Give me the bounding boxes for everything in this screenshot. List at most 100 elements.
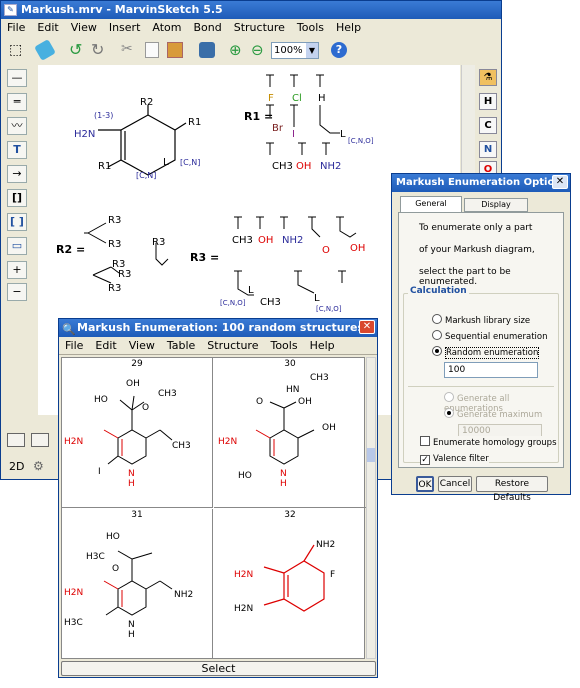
- restore-defaults-button[interactable]: Restore Defaults: [476, 476, 548, 503]
- cell30-ch3: CH3: [310, 373, 329, 383]
- enum-menu-view[interactable]: View: [123, 337, 161, 354]
- menu-edit[interactable]: Edit: [31, 19, 64, 36]
- tab-general-options[interactable]: General Options: [400, 196, 462, 222]
- element-h-button[interactable]: H: [479, 93, 497, 110]
- structure-cell[interactable]: 29 OH HO O CH3 CH3 H2N I N H: [62, 358, 213, 508]
- cell29-ch3-b: CH3: [172, 441, 191, 451]
- menu-file[interactable]: File: [1, 19, 31, 36]
- enum-menu-help[interactable]: Help: [304, 337, 341, 354]
- structure-cell[interactable]: 30 HN CH3 O OH OH H2N HO N H: [214, 358, 366, 508]
- core-range: (1-3): [94, 111, 113, 120]
- menu-insert[interactable]: Insert: [103, 19, 147, 36]
- double-bond-tool[interactable]: ═: [7, 93, 27, 111]
- cell29-ch3-a: CH3: [158, 389, 177, 399]
- enum-menu-edit[interactable]: Edit: [89, 337, 122, 354]
- select-tool-icon[interactable]: ⬚: [9, 42, 22, 58]
- main-toolbar: ⬚ ↺ ↻ ✂ ⊕ ⊖ 100% ▼ ?: [1, 39, 501, 63]
- close-icon[interactable]: ✕: [552, 175, 568, 189]
- menu-atom[interactable]: Atom: [146, 19, 187, 36]
- r3-oh: OH: [258, 235, 273, 246]
- menu-view[interactable]: View: [65, 19, 103, 36]
- zoom-in-icon[interactable]: ⊕: [229, 41, 242, 59]
- redo-icon[interactable]: ↻: [91, 40, 104, 59]
- cancel-button[interactable]: Cancel: [438, 476, 472, 492]
- enum-menu-table[interactable]: Table: [161, 337, 201, 354]
- bracket-tool[interactable]: [ ]: [7, 213, 27, 231]
- enum-menu-structure[interactable]: Structure: [201, 337, 264, 354]
- r1-i: I: [292, 129, 295, 140]
- r2-r3-f: R3: [152, 237, 165, 248]
- zoom-select[interactable]: 100% ▼: [271, 42, 319, 59]
- arrow-tool[interactable]: →: [7, 165, 27, 183]
- checkbox-homology[interactable]: Enumerate homology groups: [420, 436, 557, 448]
- plus-charge-tool[interactable]: +: [7, 261, 27, 279]
- structure-cell[interactable]: 32 NH2 F H2N H2N: [214, 509, 366, 659]
- sgroup-tool[interactable]: []: [7, 189, 27, 207]
- element-n-button[interactable]: N: [479, 141, 497, 158]
- close-icon[interactable]: ✕: [359, 320, 375, 334]
- r3-label: R3 =: [190, 251, 219, 264]
- periodic-table-button[interactable]: ⚗: [479, 69, 497, 86]
- enum-menubar: File Edit View Table Structure Tools Help: [59, 337, 377, 355]
- structure-cell[interactable]: 31 HO H3C O H2N H3C NH2 N H: [62, 509, 213, 659]
- scroll-thumb[interactable]: [367, 448, 375, 462]
- tab-display-options[interactable]: Display Options: [464, 198, 528, 221]
- info-line-2: of your Markush diagram,: [419, 245, 535, 255]
- enum-scrollbar[interactable]: [366, 357, 376, 659]
- cell31-nh2: NH2: [174, 590, 193, 600]
- r1-ch3: CH3: [272, 161, 293, 172]
- core-r1-b: R1: [98, 161, 111, 172]
- r2-r3-e: R3: [108, 283, 121, 294]
- clean-icon[interactable]: [199, 42, 215, 58]
- random-count-input[interactable]: 100: [444, 362, 538, 378]
- r3-oh2: OH: [350, 243, 365, 254]
- chain-tool[interactable]: 〰: [7, 117, 27, 135]
- template-shape-1[interactable]: [7, 433, 25, 447]
- minus-charge-tool[interactable]: −: [7, 283, 27, 301]
- paste-icon[interactable]: [167, 42, 183, 58]
- menu-bond[interactable]: Bond: [188, 19, 228, 36]
- main-title: Markush.mrv - MarvinSketch 5.5: [21, 3, 223, 16]
- cell29-h: H: [128, 479, 135, 489]
- menu-structure[interactable]: Structure: [228, 19, 291, 36]
- radio-sequential[interactable]: Sequential enumeration: [432, 330, 548, 342]
- text-tool[interactable]: T: [7, 141, 27, 159]
- left-toolbar: — ═ 〰 T → [] [ ] ▭ + −: [1, 65, 37, 425]
- core-cn-b: [C,N]: [136, 171, 156, 180]
- tab-panel: To enumerate only a part of your Markush…: [398, 212, 564, 468]
- cell29-oh: OH: [126, 379, 140, 389]
- dimension-label[interactable]: 2D: [9, 460, 24, 473]
- cell30-h2n: H2N: [218, 437, 237, 447]
- menu-tools[interactable]: Tools: [291, 19, 330, 36]
- zoom-out-icon[interactable]: ⊖: [251, 41, 264, 59]
- element-c-button[interactable]: C: [479, 117, 497, 134]
- radio-generate-max: Generate maximum: [444, 408, 542, 420]
- cell31-n: N: [128, 620, 135, 630]
- enum-menu-tools[interactable]: Tools: [264, 337, 303, 354]
- rectangle-tool[interactable]: ▭: [7, 237, 27, 255]
- checkbox-valence[interactable]: ✓ Valence filter: [420, 454, 489, 465]
- structure-30: HN CH3 O OH OH H2N HO N H: [218, 373, 336, 489]
- help-icon[interactable]: ?: [331, 42, 347, 58]
- select-button[interactable]: Select: [61, 661, 376, 676]
- r2-r3-b: R3: [108, 239, 121, 250]
- radio-random[interactable]: Random enumeration: [432, 346, 540, 359]
- menu-help[interactable]: Help: [330, 19, 367, 36]
- r3-o: O: [322, 245, 330, 256]
- ok-button[interactable]: OK: [416, 476, 434, 492]
- cut-icon[interactable]: ✂: [121, 41, 133, 57]
- settings-icon[interactable]: ⚙: [33, 459, 44, 473]
- cell30-h: H: [280, 479, 287, 489]
- undo-icon[interactable]: ↺: [69, 40, 82, 59]
- eraser-icon[interactable]: [34, 39, 56, 61]
- single-bond-tool[interactable]: —: [7, 69, 27, 87]
- r3-nh2: NH2: [282, 235, 303, 246]
- structure-29: OH HO O CH3 CH3 H2N I N H: [64, 379, 191, 489]
- copy-icon[interactable]: [145, 42, 159, 58]
- r1-cl: Cl: [292, 93, 302, 104]
- radio-library-size[interactable]: Markush library size: [432, 314, 530, 326]
- info-line-1: To enumerate only a part: [419, 223, 533, 233]
- enum-menu-file[interactable]: File: [59, 337, 89, 354]
- options-dialog: Markush Enumeration Options ✕ General Op…: [391, 173, 571, 503]
- template-shape-2[interactable]: [31, 433, 49, 447]
